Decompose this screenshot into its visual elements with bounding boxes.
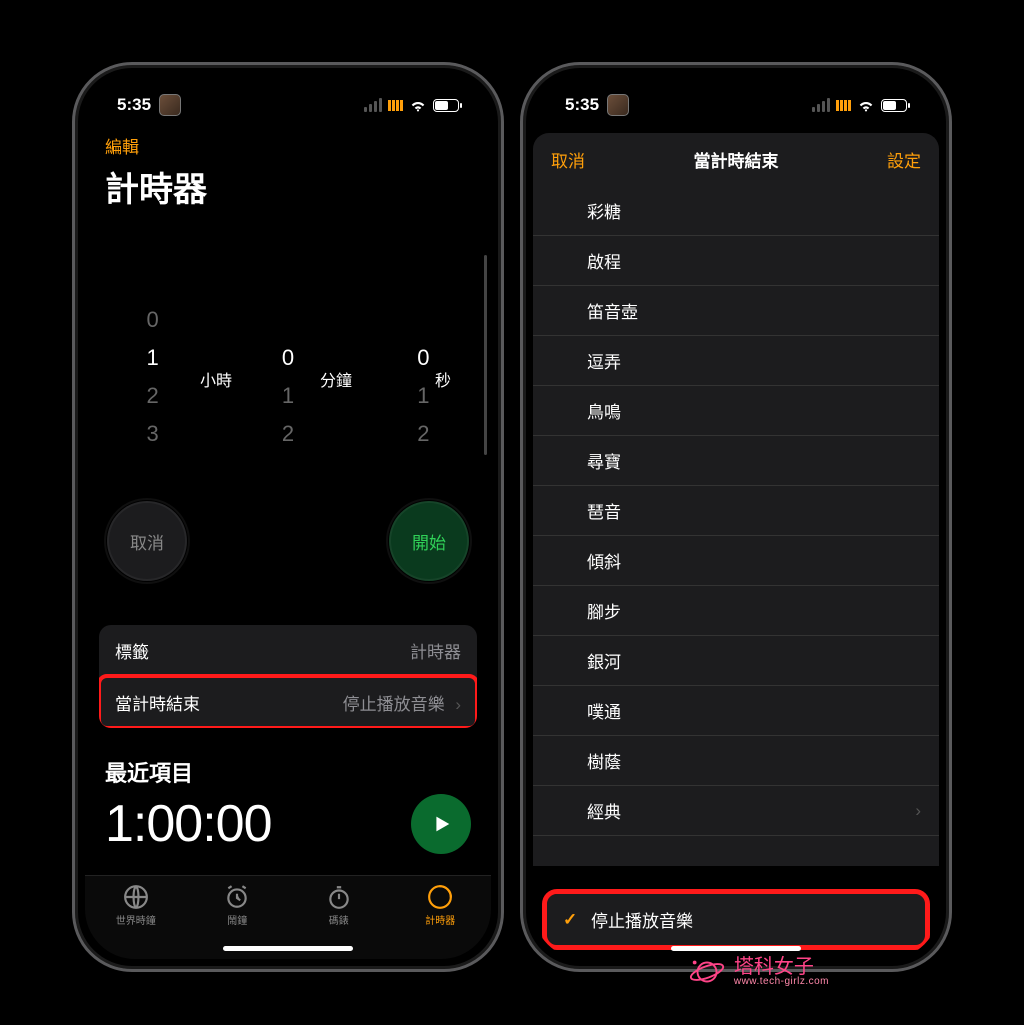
modal-navbar: 取消 當計時結束 設定 bbox=[533, 133, 939, 186]
status-time: 5:35 bbox=[565, 95, 599, 115]
recent-section-header: 最近項目 bbox=[85, 728, 491, 794]
label-row-title: 標籤 bbox=[115, 638, 149, 663]
modal-cancel-button[interactable]: 取消 bbox=[551, 147, 585, 172]
timer-settings-list: 標籤 計時器 當計時結束 停止播放音樂 › bbox=[99, 625, 477, 728]
stopwatch-icon bbox=[326, 884, 352, 910]
cellular-signal-icon bbox=[364, 98, 382, 112]
stop-playing-row[interactable]: 停止播放音樂 bbox=[547, 894, 925, 945]
sound-option[interactable]: 噗通 bbox=[533, 686, 939, 736]
modal-title: 當計時結束 bbox=[694, 147, 779, 172]
edit-button[interactable]: 編輯 bbox=[85, 129, 491, 158]
stop-playing-label: 停止播放音樂 bbox=[591, 907, 693, 932]
recent-item-row[interactable]: 1:00:00 bbox=[85, 794, 491, 854]
page-title: 計時器 bbox=[85, 158, 491, 221]
modal-set-button[interactable]: 設定 bbox=[887, 147, 921, 172]
now-playing-pip-icon[interactable] bbox=[159, 94, 181, 116]
home-indicator[interactable] bbox=[671, 946, 801, 951]
sound-option[interactable]: 樹蔭 bbox=[533, 736, 939, 786]
sound-option-classic[interactable]: 經典 › bbox=[533, 786, 939, 836]
battery-icon bbox=[881, 99, 907, 112]
ends-row-title: 當計時結束 bbox=[115, 690, 200, 715]
battery-icon bbox=[433, 99, 459, 112]
sound-option[interactable]: 彩糖 bbox=[533, 186, 939, 236]
phone-right: 5:35 取消 當計時結束 設定 彩糖 啟程 笛音壺 逗弄 bbox=[520, 62, 952, 972]
audio-bars-icon bbox=[388, 100, 403, 111]
audio-bars-icon bbox=[836, 100, 851, 111]
when-timer-ends-row[interactable]: 當計時結束 停止播放音樂 › bbox=[99, 676, 477, 728]
alarm-icon bbox=[224, 884, 250, 910]
label-row[interactable]: 標籤 計時器 bbox=[99, 625, 477, 676]
now-playing-pip-icon[interactable] bbox=[607, 94, 629, 116]
cellular-signal-icon bbox=[812, 98, 830, 112]
sound-option[interactable]: 逗弄 bbox=[533, 336, 939, 386]
sound-option[interactable]: 銀河 bbox=[533, 636, 939, 686]
sound-option[interactable]: 傾斜 bbox=[533, 536, 939, 586]
tab-timer[interactable]: 計時器 bbox=[390, 876, 492, 959]
start-button[interactable]: 開始 bbox=[389, 501, 469, 581]
sound-option[interactable]: 笛音壺 bbox=[533, 286, 939, 336]
phone-left: 5:35 編輯 計時器 0 1 2 3 bbox=[72, 62, 504, 972]
tab-world-clock[interactable]: 世界時鐘 bbox=[85, 876, 187, 959]
recent-time-value: 1:00:00 bbox=[105, 794, 272, 854]
status-time: 5:35 bbox=[117, 95, 151, 115]
ends-row-value: 停止播放音樂 bbox=[343, 695, 445, 714]
seconds-unit-label: 秒 bbox=[435, 367, 451, 391]
sound-list[interactable]: 彩糖 啟程 笛音壺 逗弄 鳥鳴 尋寶 琶音 傾斜 腳步 銀河 噗通 樹蔭 經典 … bbox=[533, 186, 939, 866]
chevron-right-icon: › bbox=[455, 695, 461, 714]
seconds-column[interactable]: 0 1 2 bbox=[373, 301, 473, 471]
globe-icon bbox=[123, 884, 149, 910]
home-indicator[interactable] bbox=[223, 946, 353, 951]
hours-unit-label: 小時 bbox=[200, 367, 232, 391]
stop-playing-block: 停止播放音樂 bbox=[547, 894, 925, 945]
play-button[interactable] bbox=[411, 794, 471, 854]
chevron-right-icon: › bbox=[915, 801, 921, 821]
play-icon bbox=[430, 813, 452, 835]
wifi-icon bbox=[857, 98, 875, 112]
label-row-value: 計時器 bbox=[410, 638, 461, 663]
wifi-icon bbox=[409, 98, 427, 112]
sound-option[interactable]: 啟程 bbox=[533, 236, 939, 286]
hours-column[interactable]: 0 1 2 3 bbox=[103, 301, 203, 471]
sound-option[interactable]: 腳步 bbox=[533, 586, 939, 636]
timer-icon bbox=[427, 884, 453, 910]
minutes-unit-label: 分鐘 bbox=[320, 367, 352, 391]
sound-option[interactable]: 尋寶 bbox=[533, 436, 939, 486]
time-picker[interactable]: 0 1 2 3 小時 0 1 2 分鐘 0 1 2 bbox=[85, 301, 491, 471]
cancel-button[interactable]: 取消 bbox=[107, 501, 187, 581]
watermark-url: www.tech-girlz.com bbox=[734, 977, 829, 987]
sound-option[interactable]: 琶音 bbox=[533, 486, 939, 536]
sound-option[interactable]: 鳥鳴 bbox=[533, 386, 939, 436]
